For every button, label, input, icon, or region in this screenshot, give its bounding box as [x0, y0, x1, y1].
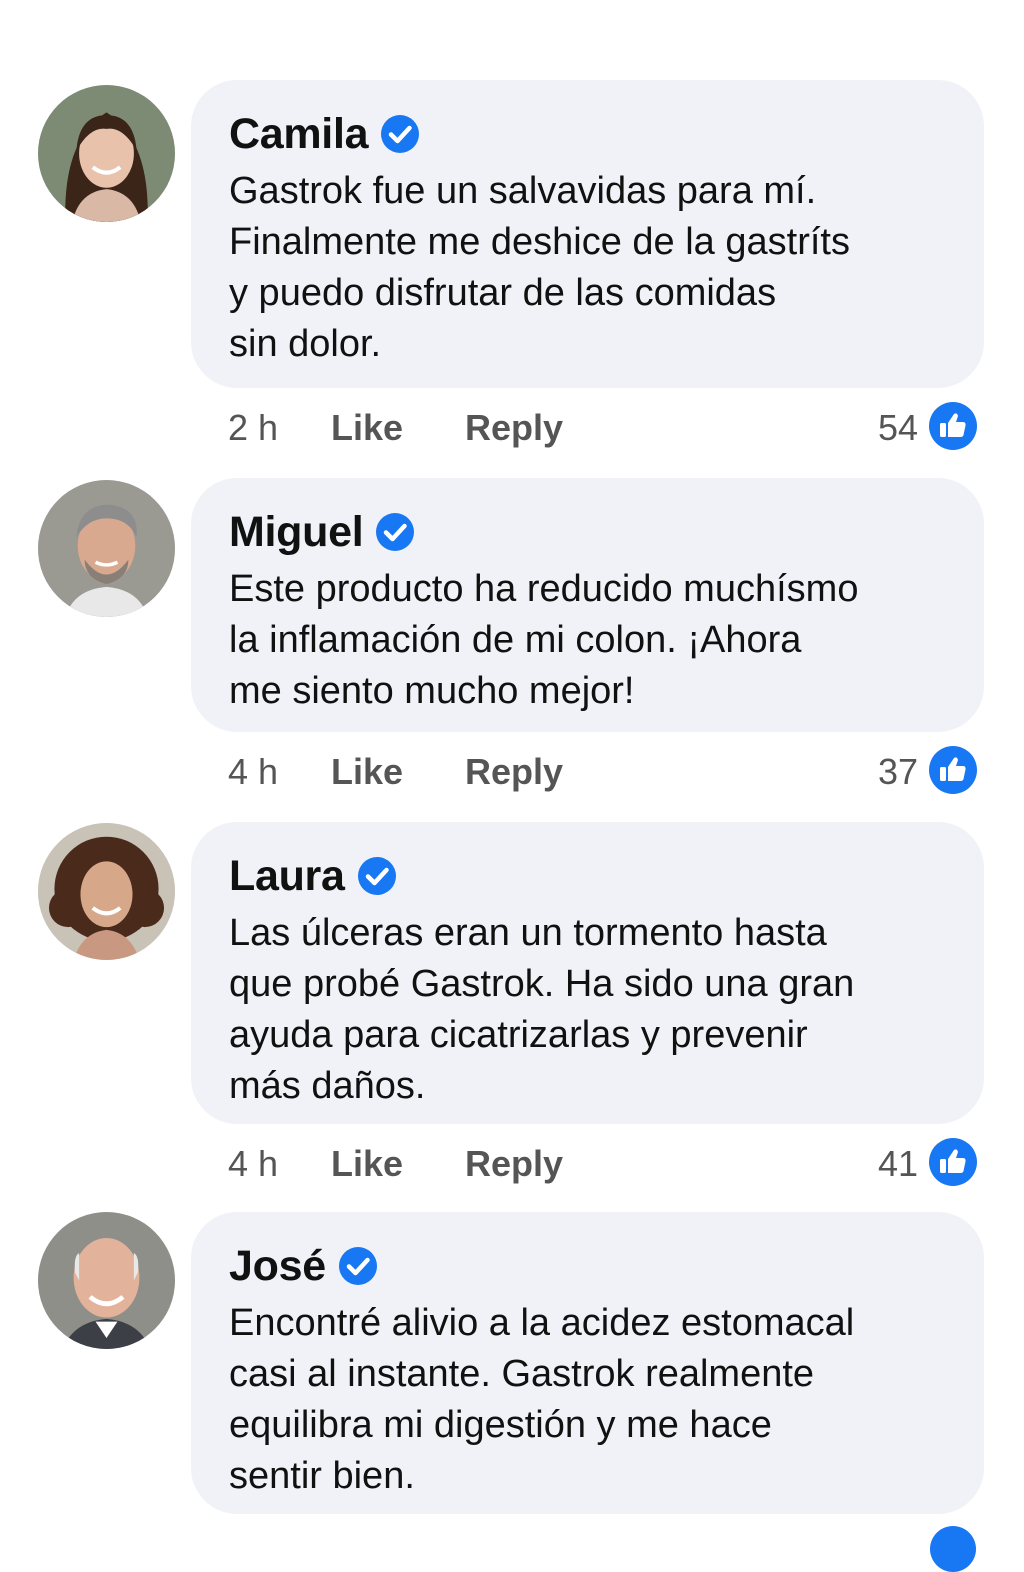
comment-text: Encontré alivio a la acidez estomacal ca… — [229, 1298, 954, 1502]
comment-actions: 4 h Like Reply 37 — [0, 743, 1024, 799]
comment-bubble: Camila Gastrok fue un salvavidas para mí… — [191, 80, 984, 388]
author-name[interactable]: Miguel — [229, 508, 364, 557]
comment-line: sin dolor. — [229, 323, 382, 365]
verified-badge-icon — [338, 1246, 378, 1286]
reply-button[interactable]: Reply — [465, 1143, 563, 1185]
author-row: Camila — [229, 106, 954, 162]
timestamp[interactable]: 4 h — [228, 1143, 278, 1185]
comment-line: Este producto ha reducido muchísmo — [229, 568, 859, 610]
avatar-man-gray-hair-icon — [38, 480, 175, 617]
comment-text: Este producto ha reducido muchísmo la in… — [229, 564, 954, 717]
comment-line: y puedo disfrutar de las comidas — [229, 272, 777, 314]
comment-line: Finalmente me deshice de la gastríts — [229, 221, 850, 263]
comment-line: me siento mucho mejor! — [229, 670, 635, 712]
comment-actions: 2 h Like Reply 54 — [0, 399, 1024, 455]
like-count[interactable]: 54 — [878, 407, 918, 449]
author-name[interactable]: Laura — [229, 852, 345, 901]
avatar-woman-curly-hair-icon — [38, 823, 175, 960]
avatar[interactable] — [38, 480, 175, 617]
avatar[interactable] — [38, 85, 175, 222]
comment-line: ayuda para cicatrizarlas y prevenir — [229, 1014, 808, 1056]
comment-line: Gastrok fue un salvavidas para mí. — [229, 170, 817, 212]
comment-bubble: Miguel Este producto ha reducido muchísm… — [191, 478, 984, 732]
avatar[interactable] — [38, 823, 175, 960]
comment-text: Gastrok fue un salvavidas para mí. Final… — [229, 166, 954, 370]
comment-line: que probé Gastrok. Ha sido una gran — [229, 963, 855, 1005]
avatar-bald-man-icon — [38, 1212, 175, 1349]
thumbs-up-icon[interactable] — [930, 1526, 976, 1572]
timestamp[interactable]: 4 h — [228, 751, 278, 793]
like-count[interactable]: 41 — [878, 1143, 918, 1185]
comment-line: Encontré alivio a la acidez estomacal — [229, 1302, 855, 1344]
timestamp[interactable]: 2 h — [228, 407, 278, 449]
like-button[interactable]: Like — [331, 751, 403, 793]
comment-bubble: Laura Las úlceras eran un tormento hasta… — [191, 822, 984, 1124]
comment-line: sentir bien. — [229, 1455, 415, 1497]
author-name[interactable]: José — [229, 1242, 326, 1291]
comment-line: la inflamación de mi colon. ¡Ahora — [229, 619, 802, 661]
comment-bubble: José Encontré alivio a la acidez estomac… — [191, 1212, 984, 1514]
reply-button[interactable]: Reply — [465, 751, 563, 793]
avatar-woman-dark-hair-icon — [38, 85, 175, 222]
author-row: Laura — [229, 848, 954, 904]
avatar[interactable] — [38, 1212, 175, 1349]
author-row: Miguel — [229, 504, 954, 560]
thumbs-up-icon[interactable] — [928, 745, 978, 795]
comment-line: Las úlceras eran un tormento hasta — [229, 912, 827, 954]
verified-badge-icon — [375, 512, 415, 552]
author-name[interactable]: Camila — [229, 110, 369, 159]
reply-button[interactable]: Reply — [465, 407, 563, 449]
thumbs-up-icon[interactable] — [928, 1137, 978, 1187]
verified-badge-icon — [357, 856, 397, 896]
author-row: José — [229, 1238, 954, 1294]
like-button[interactable]: Like — [331, 407, 403, 449]
verified-badge-icon — [380, 114, 420, 154]
comment-line: casi al instante. Gastrok realmente — [229, 1353, 815, 1395]
like-count[interactable]: 37 — [878, 751, 918, 793]
comment-line: más daños. — [229, 1065, 426, 1107]
comment-text: Las úlceras eran un tormento hasta que p… — [229, 908, 954, 1112]
comment-line: equilibra mi digestión y me hace — [229, 1404, 772, 1446]
like-button[interactable]: Like — [331, 1143, 403, 1185]
thumbs-up-icon[interactable] — [928, 401, 978, 451]
comment-actions: 4 h Like Reply 41 — [0, 1135, 1024, 1191]
